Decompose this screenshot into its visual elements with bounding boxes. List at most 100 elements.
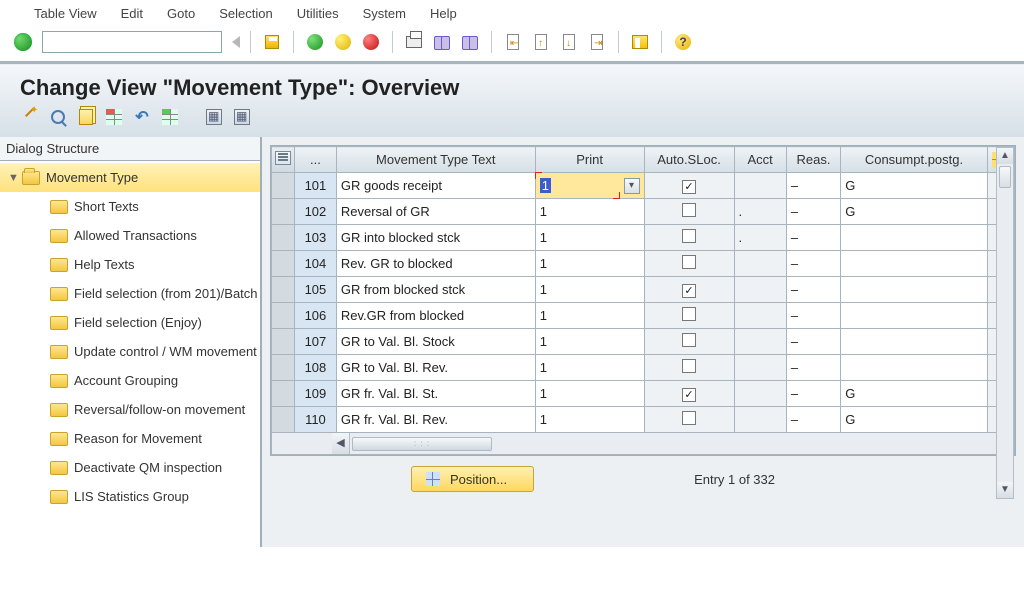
cell-consumpt[interactable]: G bbox=[841, 407, 988, 433]
tree-node-deactivate-qm[interactable]: Deactivate QM inspection bbox=[0, 453, 260, 482]
tree-node-field-selection-enjoy[interactable]: Field selection (Enjoy) bbox=[0, 308, 260, 337]
cell-consumpt[interactable] bbox=[841, 355, 988, 381]
cell-reas[interactable]: – bbox=[786, 277, 840, 303]
hscroll-thumb[interactable]: : : : bbox=[352, 437, 492, 451]
cell-reas[interactable]: – bbox=[786, 355, 840, 381]
vscroll-thumb[interactable] bbox=[999, 166, 1011, 188]
col-code[interactable]: ... bbox=[295, 147, 337, 173]
cell-movement-text[interactable]: GR fr. Val. Bl. Rev. bbox=[336, 407, 535, 433]
cell-acct[interactable] bbox=[734, 173, 786, 199]
menu-utilities[interactable]: Utilities bbox=[297, 6, 339, 21]
cell-acct[interactable]: . bbox=[734, 225, 786, 251]
cell-auto-sloc[interactable] bbox=[644, 199, 734, 225]
back-button[interactable] bbox=[304, 31, 326, 53]
cell-reas[interactable]: – bbox=[786, 303, 840, 329]
first-page-button[interactable]: ⇤ bbox=[502, 31, 524, 53]
cell-code[interactable]: 110 bbox=[295, 407, 337, 433]
cell-auto-sloc[interactable] bbox=[644, 381, 734, 407]
cell-acct[interactable] bbox=[734, 303, 786, 329]
cell-print[interactable]: 1 bbox=[535, 251, 644, 277]
cell-code[interactable]: 105 bbox=[295, 277, 337, 303]
cell-consumpt[interactable]: G bbox=[841, 381, 988, 407]
enter-icon[interactable] bbox=[14, 33, 32, 51]
cell-print[interactable]: 1 bbox=[535, 277, 644, 303]
change-display-button[interactable] bbox=[20, 107, 40, 127]
cell-code[interactable]: 102 bbox=[295, 199, 337, 225]
cell-consumpt[interactable]: G bbox=[841, 199, 988, 225]
row-selector-cell[interactable] bbox=[272, 199, 295, 225]
tree-node-reversal-followon[interactable]: Reversal/follow-on movement bbox=[0, 395, 260, 424]
cell-print[interactable]: 1 bbox=[535, 381, 644, 407]
cell-reas[interactable]: – bbox=[786, 251, 840, 277]
find-next-button[interactable] bbox=[459, 31, 481, 53]
cell-auto-sloc[interactable] bbox=[644, 173, 734, 199]
cell-print[interactable]: 1 bbox=[535, 355, 644, 381]
cell-print[interactable]: 1 bbox=[535, 199, 644, 225]
cell-acct[interactable] bbox=[734, 355, 786, 381]
cell-print[interactable]: 1 bbox=[535, 303, 644, 329]
cancel-button[interactable] bbox=[360, 31, 382, 53]
col-reas[interactable]: Reas. bbox=[786, 147, 840, 173]
delete-button[interactable] bbox=[104, 107, 124, 127]
position-button[interactable]: Position... bbox=[411, 466, 534, 492]
cell-auto-sloc[interactable] bbox=[644, 355, 734, 381]
col-row-selector[interactable] bbox=[272, 147, 295, 173]
cell-code[interactable]: 109 bbox=[295, 381, 337, 407]
cell-consumpt[interactable] bbox=[841, 225, 988, 251]
cell-consumpt[interactable] bbox=[841, 303, 988, 329]
hscroll-left-button[interactable]: ◀ bbox=[332, 433, 350, 454]
save-button[interactable] bbox=[261, 31, 283, 53]
row-selector-cell[interactable] bbox=[272, 277, 295, 303]
collapse-icon[interactable]: ▼ bbox=[8, 172, 22, 184]
cell-print[interactable]: 1 bbox=[535, 329, 644, 355]
print-button[interactable] bbox=[403, 31, 425, 53]
cell-acct[interactable] bbox=[734, 407, 786, 433]
f4-help-icon[interactable]: ▾ bbox=[624, 178, 640, 194]
menu-goto[interactable]: Goto bbox=[167, 6, 195, 21]
select-block-button[interactable] bbox=[204, 107, 224, 127]
cell-reas[interactable]: – bbox=[786, 173, 840, 199]
cell-auto-sloc[interactable] bbox=[644, 329, 734, 355]
tree-node-reason-for-movement[interactable]: Reason for Movement bbox=[0, 424, 260, 453]
row-selector-cell[interactable] bbox=[272, 407, 295, 433]
cell-consumpt[interactable] bbox=[841, 329, 988, 355]
col-acct[interactable]: Acct bbox=[734, 147, 786, 173]
last-page-button[interactable]: ⇥ bbox=[586, 31, 608, 53]
prev-page-button[interactable]: ↑ bbox=[530, 31, 552, 53]
command-history-icon[interactable] bbox=[232, 36, 240, 48]
exit-button[interactable] bbox=[332, 31, 354, 53]
vscroll-up-button[interactable]: ▲ bbox=[997, 148, 1013, 164]
copy-button[interactable] bbox=[76, 107, 96, 127]
tree-node-allowed-transactions[interactable]: Allowed Transactions bbox=[0, 221, 260, 250]
tree-node-movement-type[interactable]: ▼ Movement Type bbox=[0, 163, 260, 192]
col-consumpt-postg[interactable]: Consumpt.postg. bbox=[841, 147, 988, 173]
menu-system[interactable]: System bbox=[363, 6, 406, 21]
menu-selection[interactable]: Selection bbox=[219, 6, 272, 21]
vertical-scrollbar[interactable]: ▲ ▼ bbox=[996, 147, 1014, 499]
next-page-button[interactable]: ↓ bbox=[558, 31, 580, 53]
cell-movement-text[interactable]: GR from blocked stck bbox=[336, 277, 535, 303]
tree-node-lis-statistics[interactable]: LIS Statistics Group bbox=[0, 482, 260, 511]
cell-auto-sloc[interactable] bbox=[644, 277, 734, 303]
cell-acct[interactable] bbox=[734, 277, 786, 303]
cell-acct[interactable] bbox=[734, 329, 786, 355]
cell-code[interactable]: 103 bbox=[295, 225, 337, 251]
row-selector-cell[interactable] bbox=[272, 303, 295, 329]
horizontal-scrollbar[interactable]: ◀ : : : ▶ bbox=[271, 433, 1015, 455]
cell-movement-text[interactable]: Rev. GR to blocked bbox=[336, 251, 535, 277]
cell-reas[interactable]: – bbox=[786, 407, 840, 433]
find-button[interactable] bbox=[431, 31, 453, 53]
row-selector-cell[interactable] bbox=[272, 355, 295, 381]
cell-acct[interactable] bbox=[734, 251, 786, 277]
cell-reas[interactable]: – bbox=[786, 199, 840, 225]
details-button[interactable] bbox=[48, 107, 68, 127]
deselect-all-button[interactable] bbox=[232, 107, 252, 127]
select-all-button[interactable] bbox=[160, 107, 180, 127]
cell-reas[interactable]: – bbox=[786, 225, 840, 251]
cell-reas[interactable]: – bbox=[786, 381, 840, 407]
row-selector-cell[interactable] bbox=[272, 251, 295, 277]
tree-node-field-selection-201[interactable]: Field selection (from 201)/Batch bbox=[0, 279, 260, 308]
cell-auto-sloc[interactable] bbox=[644, 251, 734, 277]
menu-help[interactable]: Help bbox=[430, 6, 457, 21]
cell-movement-text[interactable]: GR to Val. Bl. Stock bbox=[336, 329, 535, 355]
